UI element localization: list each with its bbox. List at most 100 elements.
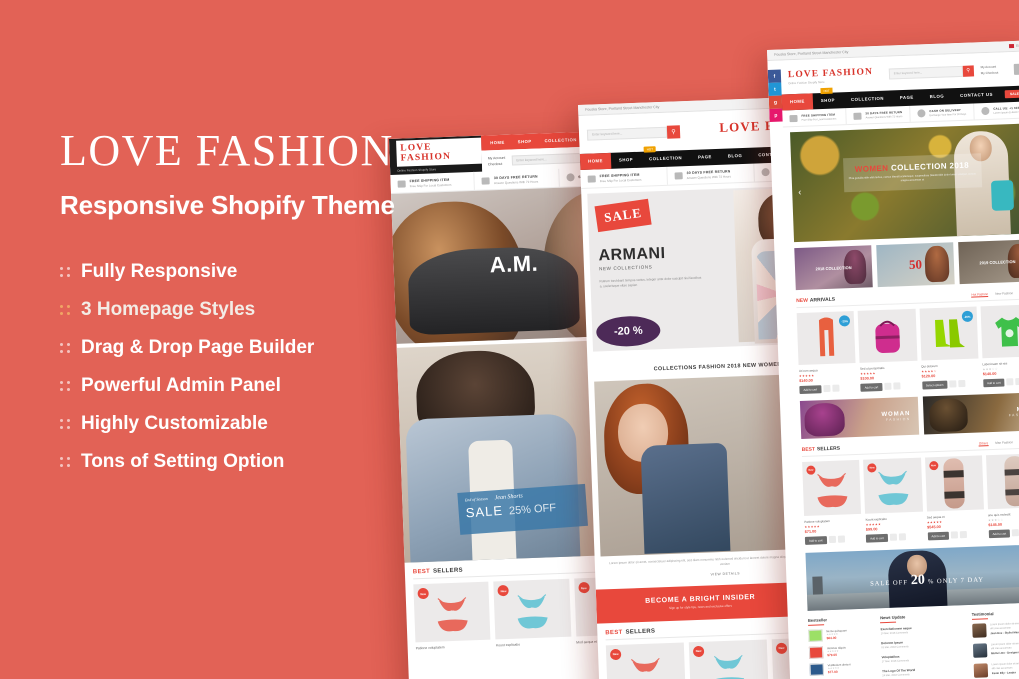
compare-icon[interactable] [1015, 377, 1019, 386]
facebook-icon[interactable]: f [767, 69, 782, 83]
search-input[interactable]: Enter keyword here... [516, 157, 546, 162]
list-item[interactable]: Dolorem Ipsum 01 Mar, 2018 Comments [881, 638, 965, 649]
new-arrivals-tabs[interactable]: Hot Fashion New Fashion Top Fashion [971, 290, 1019, 298]
nav-item-home[interactable]: HOME [579, 152, 612, 170]
collection-tile[interactable]: 50 [876, 242, 955, 288]
add-to-cart-button[interactable]: Add to cart [866, 533, 888, 543]
search-input[interactable]: Enter keyword here... [894, 70, 923, 75]
list-item[interactable]: Voluptatibus 17 Mar, 2018 Comments [882, 652, 966, 664]
checkout-link[interactable]: Checkout [488, 161, 506, 166]
site-logo[interactable]: LOVE FASHION [400, 141, 478, 163]
compare-icon[interactable] [898, 533, 906, 541]
product-card[interactable]: New [605, 641, 686, 679]
product-thumb[interactable]: New [413, 581, 491, 643]
product-card[interactable]: New Patione voluptatem ★★★★★ $71.00 Add … [802, 459, 862, 545]
product-card[interactable]: New Kount explicabo ★★★★★ $99.00 Add to … [863, 457, 923, 543]
compare-icon[interactable] [893, 382, 901, 390]
product-card[interactable]: New [688, 638, 769, 679]
nav-item-shop[interactable]: SHOP [813, 92, 844, 109]
nav-item-blog[interactable]: BLOG [921, 88, 952, 105]
hero-women-collection[interactable]: WOMEN COLLECTION 2018 Phra gravida nibh … [790, 123, 1019, 243]
sale-off-banner[interactable]: SALE OFF 20 % ONLY 7 DAY [805, 544, 1019, 611]
select-options-button[interactable]: Select options [921, 380, 948, 390]
mockup-browser-3[interactable]: f t g p Fouska Store, Portland Street Ma… [767, 40, 1019, 679]
best-sellers-tabs[interactable]: Others Man Fashion Women Fashion [978, 439, 1019, 447]
product-thumb[interactable]: New [863, 457, 923, 514]
product-thumb[interactable]: New [802, 459, 862, 516]
compare-icon[interactable] [958, 379, 966, 388]
product-card[interactable]: Sed ut perspiciatis ★★★★★ $100.00 Add to… [857, 308, 918, 392]
nav-item-blog[interactable]: BLOG [720, 148, 751, 165]
tab-hot-fashion[interactable]: Hot Fashion [971, 292, 989, 298]
add-to-cart-button[interactable]: Add to cart [804, 536, 827, 545]
add-to-cart-button[interactable]: Add to cart [988, 529, 1011, 539]
account-link[interactable]: My Account [488, 155, 506, 160]
list-item[interactable]: The Logo Of The World 24 Mar, 2018 Comme… [882, 666, 966, 677]
wishlist-icon[interactable] [949, 380, 957, 388]
tab-man-fashion[interactable]: Man Fashion [995, 440, 1013, 446]
social-sidebar[interactable]: f t g p [767, 69, 783, 122]
search-icon[interactable]: ⚲ [962, 64, 974, 77]
wishlist-icon[interactable] [828, 535, 836, 544]
search-icon[interactable]: ⚲ [666, 124, 681, 139]
man-fashion-banner[interactable]: MAN FASHION [922, 392, 1019, 435]
product-card[interactable]: New Sed aequa et ★★★★★ $545.00 Add to ca… [924, 455, 985, 541]
product-card[interactable]: Laboriosam sit nisi ★★★☆☆ $140.00 Add to… [980, 304, 1019, 388]
wishlist-icon[interactable] [822, 384, 831, 393]
twitter-icon[interactable]: t [768, 82, 782, 96]
checkout-link[interactable]: My Checkout [981, 71, 999, 76]
collection-tile[interactable]: 2019 COLLECTION [958, 239, 1019, 285]
wishlist-icon[interactable] [950, 531, 959, 539]
product-card[interactable]: New Kount explicabo [493, 578, 572, 647]
nav-item-collection[interactable]: COLLECTION [545, 137, 577, 143]
add-to-cart-button[interactable]: Add to cart [982, 378, 1005, 388]
product-card[interactable]: -20% Qui dolorem ★★★★☆ $120.00 Select op… [919, 306, 979, 390]
product-thumb[interactable]: New [493, 578, 572, 640]
nav-item-home[interactable]: HOME [781, 93, 814, 111]
list-item[interactable]: Varietas aliquis ★★★★★ $79.00 [808, 645, 874, 659]
search-input[interactable]: Enter keyword here... [592, 131, 622, 136]
cart-icon[interactable]: 0 [1013, 62, 1019, 75]
collection-tile[interactable]: 2018 COLLECTION [794, 245, 873, 291]
product-thumb[interactable]: -20% [796, 310, 856, 366]
list-item[interactable]: Exercitationem eaque 10 Mar, 2018 Commen… [881, 624, 965, 635]
product-thumb[interactable]: -20% [919, 306, 979, 361]
wishlist-icon[interactable] [889, 533, 897, 541]
add-to-cart-button[interactable]: Add to cart [927, 531, 950, 541]
compare-icon[interactable] [959, 531, 968, 539]
nav-item-page[interactable]: PAGE [690, 149, 720, 166]
product-thumb[interactable] [985, 453, 1019, 510]
account-link[interactable]: My Account [980, 65, 998, 70]
wishlist-icon[interactable] [1012, 529, 1019, 537]
google-plus-icon[interactable]: g [768, 95, 783, 109]
tab-new-fashion[interactable]: New Fashion [995, 291, 1013, 297]
nav-sale-button[interactable]: SALE 50% [1004, 89, 1019, 99]
pinterest-icon[interactable]: p [769, 108, 783, 122]
nav-item-shop[interactable]: SHOP [518, 139, 532, 145]
nav-item-contact[interactable]: CONTACT US [952, 86, 1001, 104]
product-thumb[interactable]: New [924, 455, 984, 512]
nav-item-shop[interactable]: SHOP [611, 152, 642, 169]
product-card[interactable]: New Patione voluptatem [413, 581, 491, 650]
product-thumb[interactable] [980, 304, 1019, 359]
product-card[interactable]: ane quis molestit ★★★☆☆ $145.00 Add to c… [985, 453, 1019, 539]
compare-icon[interactable] [837, 535, 845, 543]
nav-item-page[interactable]: PAGE [892, 89, 922, 106]
slider-prev-arrow[interactable]: ‹ [798, 187, 801, 197]
list-item[interactable]: Vestibulum dexteri ★★★★★ $77.00 [809, 661, 875, 676]
woman-fashion-banner[interactable]: WOMAN FASHION [799, 396, 920, 440]
product-thumb[interactable]: New [605, 641, 686, 679]
wishlist-icon[interactable] [1006, 378, 1014, 386]
nav-item-home[interactable]: HOME [490, 140, 505, 146]
nav-item-collection[interactable]: COLLECTION [843, 90, 892, 108]
product-thumb[interactable]: New [688, 638, 769, 679]
list-item[interactable]: Nemo quisquam ★★★★★ $64.00 [808, 628, 873, 642]
wishlist-icon[interactable] [884, 382, 892, 390]
add-to-cart-button[interactable]: Add to cart [860, 383, 883, 392]
product-card[interactable]: -20% Ut irem aequa ★★★★★ $140.00 Add to … [796, 310, 857, 395]
product-thumb[interactable] [857, 308, 917, 363]
tab-others[interactable]: Others [978, 441, 989, 447]
compare-icon[interactable] [831, 384, 840, 392]
add-to-cart-button[interactable]: Add to cart [799, 385, 822, 395]
nav-item-collection[interactable]: COLLECTION [641, 150, 690, 168]
